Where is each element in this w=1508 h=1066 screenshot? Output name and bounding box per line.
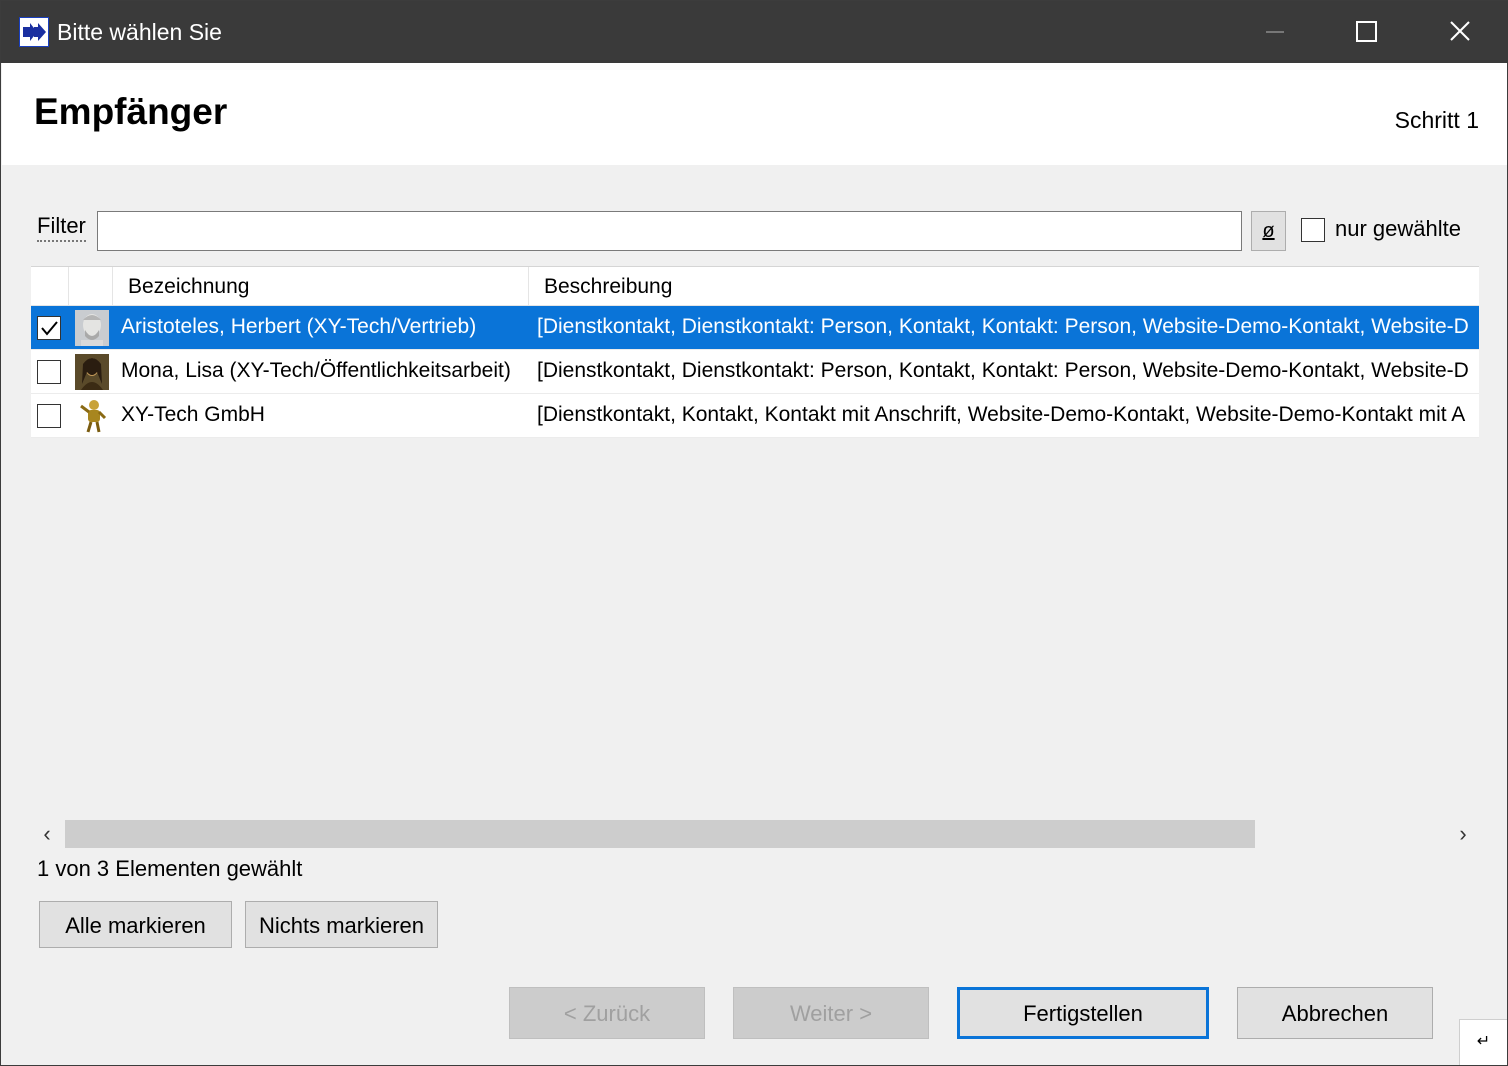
row-description: [Dienstkontakt, Dienstkontakt: Person, K… bbox=[537, 315, 1469, 338]
window-title: Bitte wählen Sie bbox=[57, 19, 222, 45]
table-row[interactable]: XY-Tech GmbH [Dienstkontakt, Kontakt, Ko… bbox=[31, 394, 1479, 438]
filter-input[interactable] bbox=[97, 211, 1242, 251]
scroll-thumb[interactable] bbox=[65, 820, 1255, 848]
maximize-button[interactable] bbox=[1321, 1, 1413, 63]
row-name: Mona, Lisa (XY-Tech/Öffentlichkeitsarbei… bbox=[121, 359, 511, 382]
row-name: Aristoteles, Herbert (XY-Tech/Vertrieb) bbox=[121, 315, 477, 338]
header-icon-column[interactable] bbox=[69, 267, 113, 305]
grid-header: Bezeichnung Beschreibung bbox=[31, 266, 1479, 306]
figure-icon bbox=[75, 398, 109, 434]
resize-grip-icon[interactable]: ↵ bbox=[1459, 1019, 1507, 1065]
dialog-window: Bitte wählen Sie Empfänger Schritt 1 Fil… bbox=[0, 0, 1508, 1066]
title-bar[interactable]: Bitte wählen Sie bbox=[1, 1, 1508, 63]
table-row[interactable]: Aristoteles, Herbert (XY-Tech/Vertrieb) … bbox=[31, 306, 1479, 350]
row-description: [Dienstkontakt, Dienstkontakt: Person, K… bbox=[537, 359, 1469, 382]
select-none-button[interactable]: Nichts markieren bbox=[245, 901, 438, 948]
table-row[interactable]: Mona, Lisa (XY-Tech/Öffentlichkeitsarbei… bbox=[31, 350, 1479, 394]
horizontal-scrollbar[interactable]: ‹ › bbox=[31, 818, 1479, 850]
scroll-right-icon[interactable]: › bbox=[1447, 818, 1479, 850]
column-header-name[interactable]: Bezeichnung bbox=[113, 267, 529, 305]
step-indicator: Schritt 1 bbox=[1394, 107, 1479, 133]
column-header-description[interactable]: Beschreibung bbox=[529, 267, 1479, 305]
minimize-button[interactable] bbox=[1229, 1, 1321, 63]
app-arrows-icon bbox=[19, 17, 49, 47]
clear-filter-button[interactable]: ø bbox=[1251, 211, 1286, 251]
selection-status: 1 von 3 Elementen gewählt bbox=[37, 856, 303, 881]
portrait-icon bbox=[75, 354, 109, 390]
row-name: XY-Tech GmbH bbox=[121, 403, 265, 426]
finish-button[interactable]: Fertigstellen bbox=[957, 987, 1209, 1039]
next-button[interactable]: Weiter > bbox=[733, 987, 929, 1039]
select-all-button[interactable]: Alle markieren bbox=[39, 901, 232, 948]
close-button[interactable] bbox=[1413, 1, 1505, 63]
bust-icon bbox=[75, 310, 109, 346]
back-button[interactable]: < Zurück bbox=[509, 987, 705, 1039]
header-check-column[interactable] bbox=[31, 267, 69, 305]
recipient-grid[interactable]: Bezeichnung Beschreibung Aristoteles, He… bbox=[31, 266, 1479, 816]
scroll-left-icon[interactable]: ‹ bbox=[31, 818, 63, 850]
row-checkbox[interactable] bbox=[37, 360, 61, 384]
cancel-button[interactable]: Abbrechen bbox=[1237, 987, 1433, 1039]
row-checkbox[interactable] bbox=[37, 404, 61, 428]
only-selected-checkbox[interactable] bbox=[1301, 218, 1325, 242]
only-selected-label[interactable]: nur gewählte bbox=[1335, 216, 1461, 242]
row-checkbox[interactable] bbox=[37, 316, 61, 340]
row-description: [Dienstkontakt, Kontakt, Kontakt mit Ans… bbox=[537, 403, 1466, 426]
wizard-header: Empfänger Schritt 1 bbox=[2, 63, 1507, 165]
page-title: Empfänger bbox=[34, 91, 228, 132]
filter-label: Filter bbox=[37, 213, 86, 242]
